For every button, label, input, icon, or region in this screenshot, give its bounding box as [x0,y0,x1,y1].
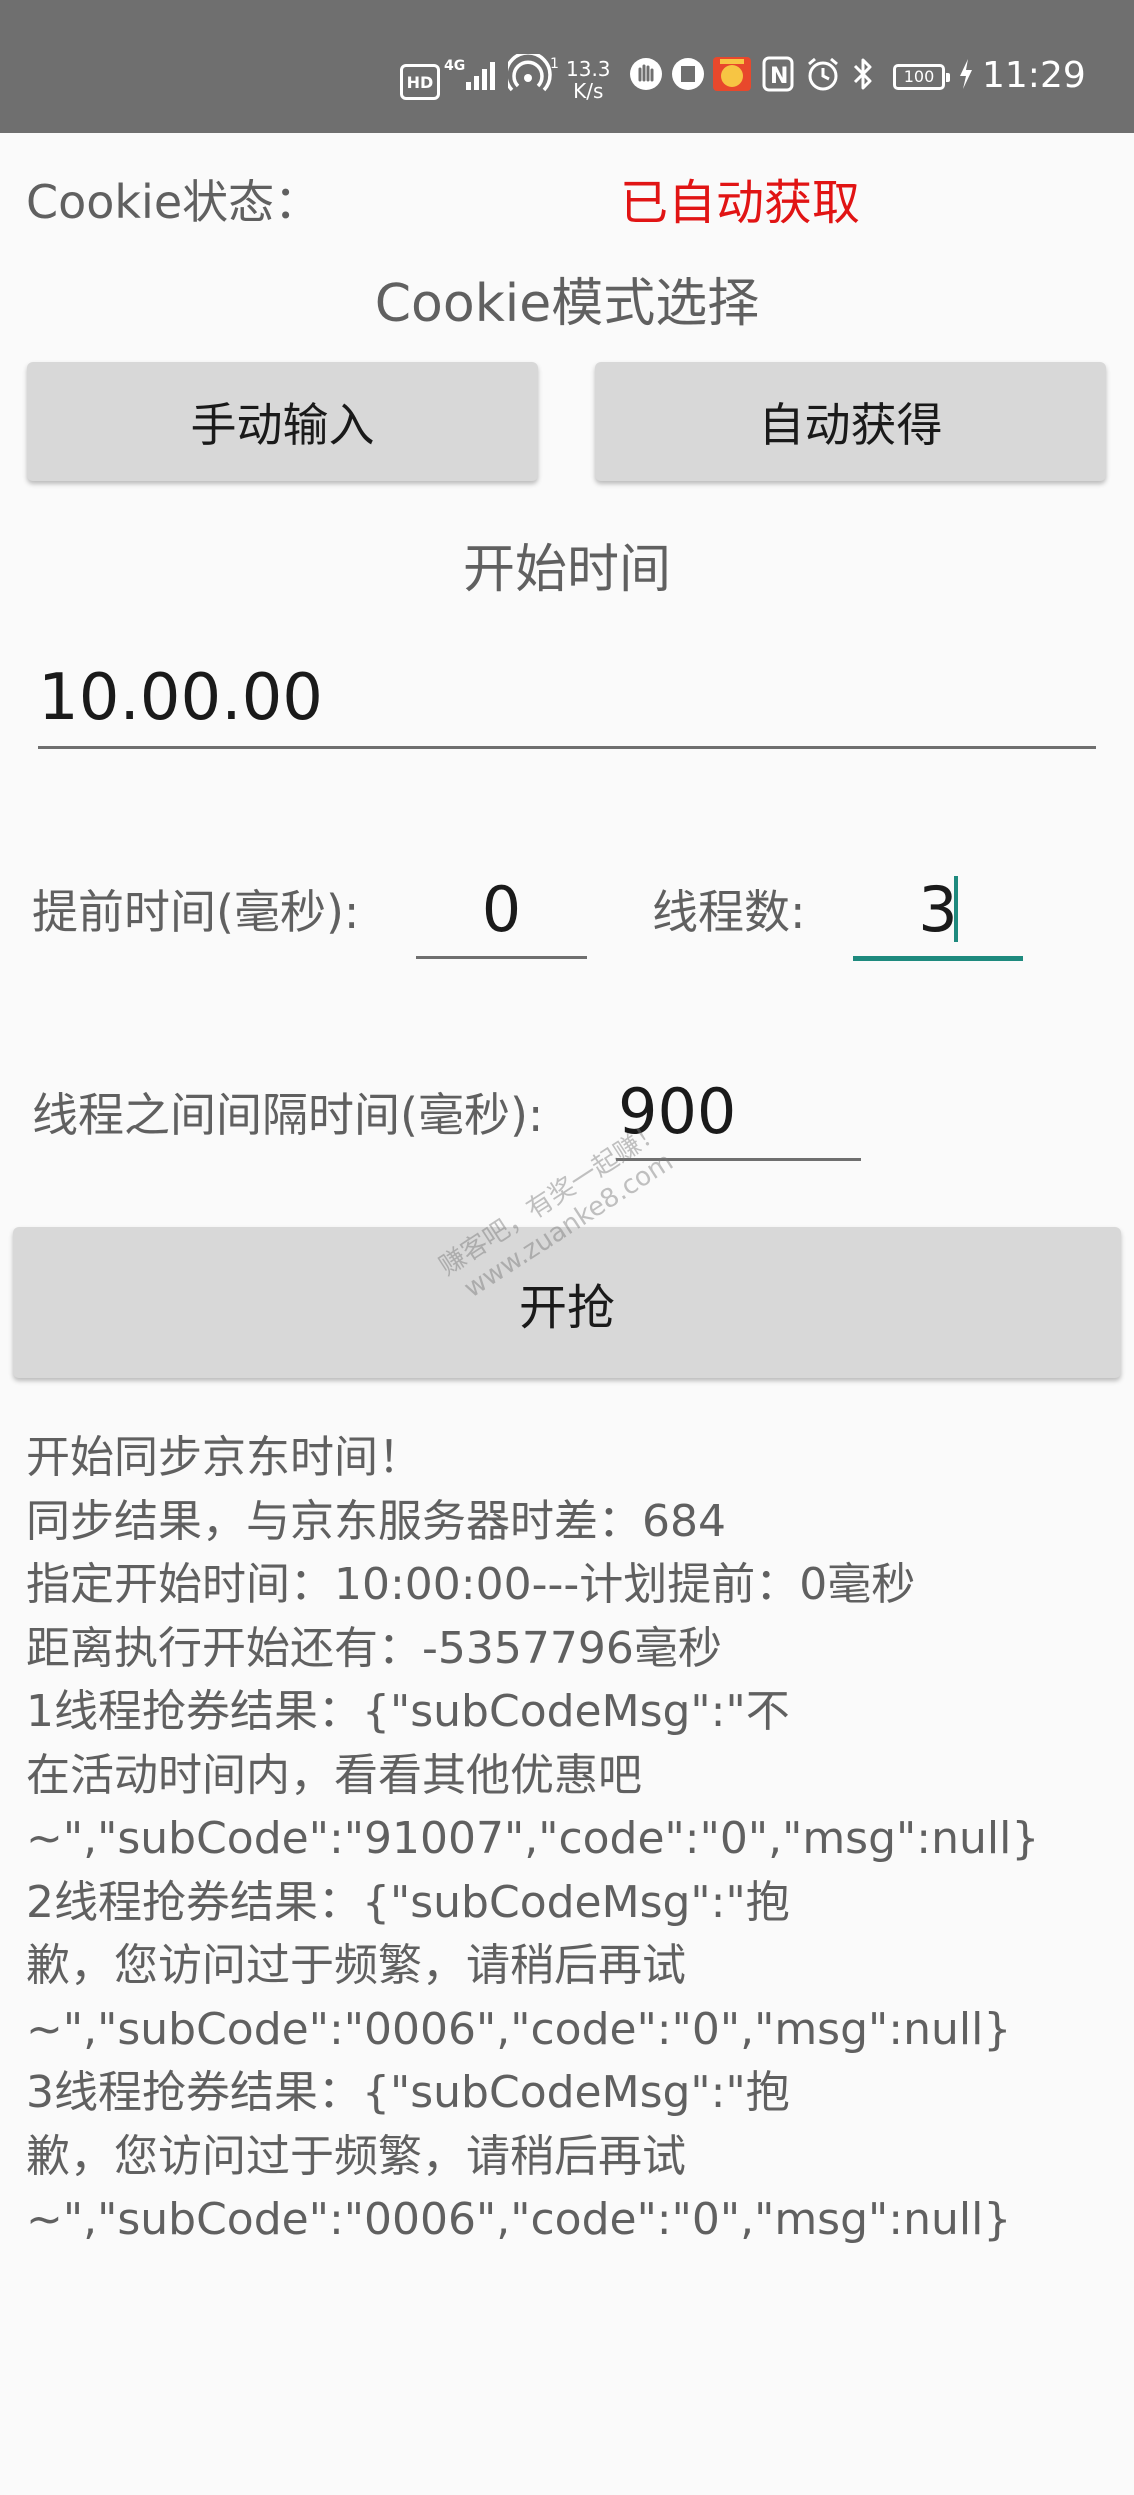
start-grab-button[interactable]: 开抢 [13,1227,1121,1378]
log-line: ~","subCode":"0006","code":"0","msg":nul… [26,2194,1012,2245]
cookie-status-value: 已自动获取 [620,175,861,231]
nfc-icon: N [760,54,796,94]
start-time-title: 开始时间 [462,540,671,600]
charging-icon [956,54,976,94]
bluetooth-icon [848,54,878,94]
battery-icon: 100 [893,64,950,90]
text-cursor [954,876,958,942]
log-line: 开始同步京东时间！ [26,1432,422,1483]
alarm-icon [804,54,842,94]
advance-time-label: 提前时间(毫秒): [32,885,360,939]
nfc-label: N [770,64,788,89]
thread-interval-label: 线程之间间隔时间(毫秒): [32,1088,544,1142]
log-line: 歉，您访问过于频繁，请稍后再试 [26,1940,686,1991]
log-line: 距离执行开始还有：-5357796毫秒 [26,1622,722,1674]
start-time-input[interactable] [38,650,1096,749]
hand-icon [627,54,665,94]
cookie-mode-title: Cookie模式选择 [374,274,760,334]
log-line: 1线程抢券结果：{"subCodeMsg":"不 [26,1686,790,1737]
battery-level: 100 [903,67,935,86]
log-line: 同步结果，与京东服务器时差：684 [26,1495,726,1547]
log-line: 2线程抢券结果：{"subCodeMsg":"抱 [26,1876,790,1928]
auto-obtain-button[interactable]: 自动获得 [595,362,1106,481]
hotspot-badge: 1 [550,56,559,72]
hd-icon: HD [400,64,440,100]
log-line: 歉，您访问过于频繁，请稍后再试 [26,2130,686,2182]
value-app-icon [669,54,707,94]
log-line: 在活动时间内，看看其他优惠吧 [26,1749,642,1801]
thread-count-label: 线程数: [652,885,806,939]
network-speed: 13.3 K/s [566,58,611,102]
advance-time-input[interactable] [416,862,587,959]
hotspot-icon: 1 [508,54,562,94]
speed-unit: K/s [573,79,604,103]
signal-icon: 4G [444,54,502,94]
log-line: ~","subCode":"91007","code":"0","msg":nu… [26,1813,1040,1864]
speed-value: 13.3 [566,57,611,81]
cookie-status-label: Cookie状态： [26,175,321,229]
status-bar: HD 4G 1 13.3 K/s N 100 11:29 [0,0,1134,133]
log-line: 3线程抢券结果：{"subCodeMsg":"抱 [26,2067,790,2118]
log-line: ~","subCode":"0006","code":"0","msg":nul… [26,2003,1012,2055]
status-time: 11:29 [982,55,1086,96]
thread-count-input[interactable] [853,862,1023,961]
log-output: 开始同步京东时间！ 同步结果，与京东服务器时差：684 指定开始时间：10:00… [26,1426,1116,2252]
manual-input-button[interactable]: 手动输入 [27,362,538,481]
log-line: 指定开始时间：10:00:00---计划提前：0毫秒 [26,1559,916,1610]
thread-interval-input[interactable] [616,1064,861,1161]
network-type-label: 4G [444,58,465,74]
app-notification-icon [711,54,753,94]
hd-label: HD [406,72,434,92]
